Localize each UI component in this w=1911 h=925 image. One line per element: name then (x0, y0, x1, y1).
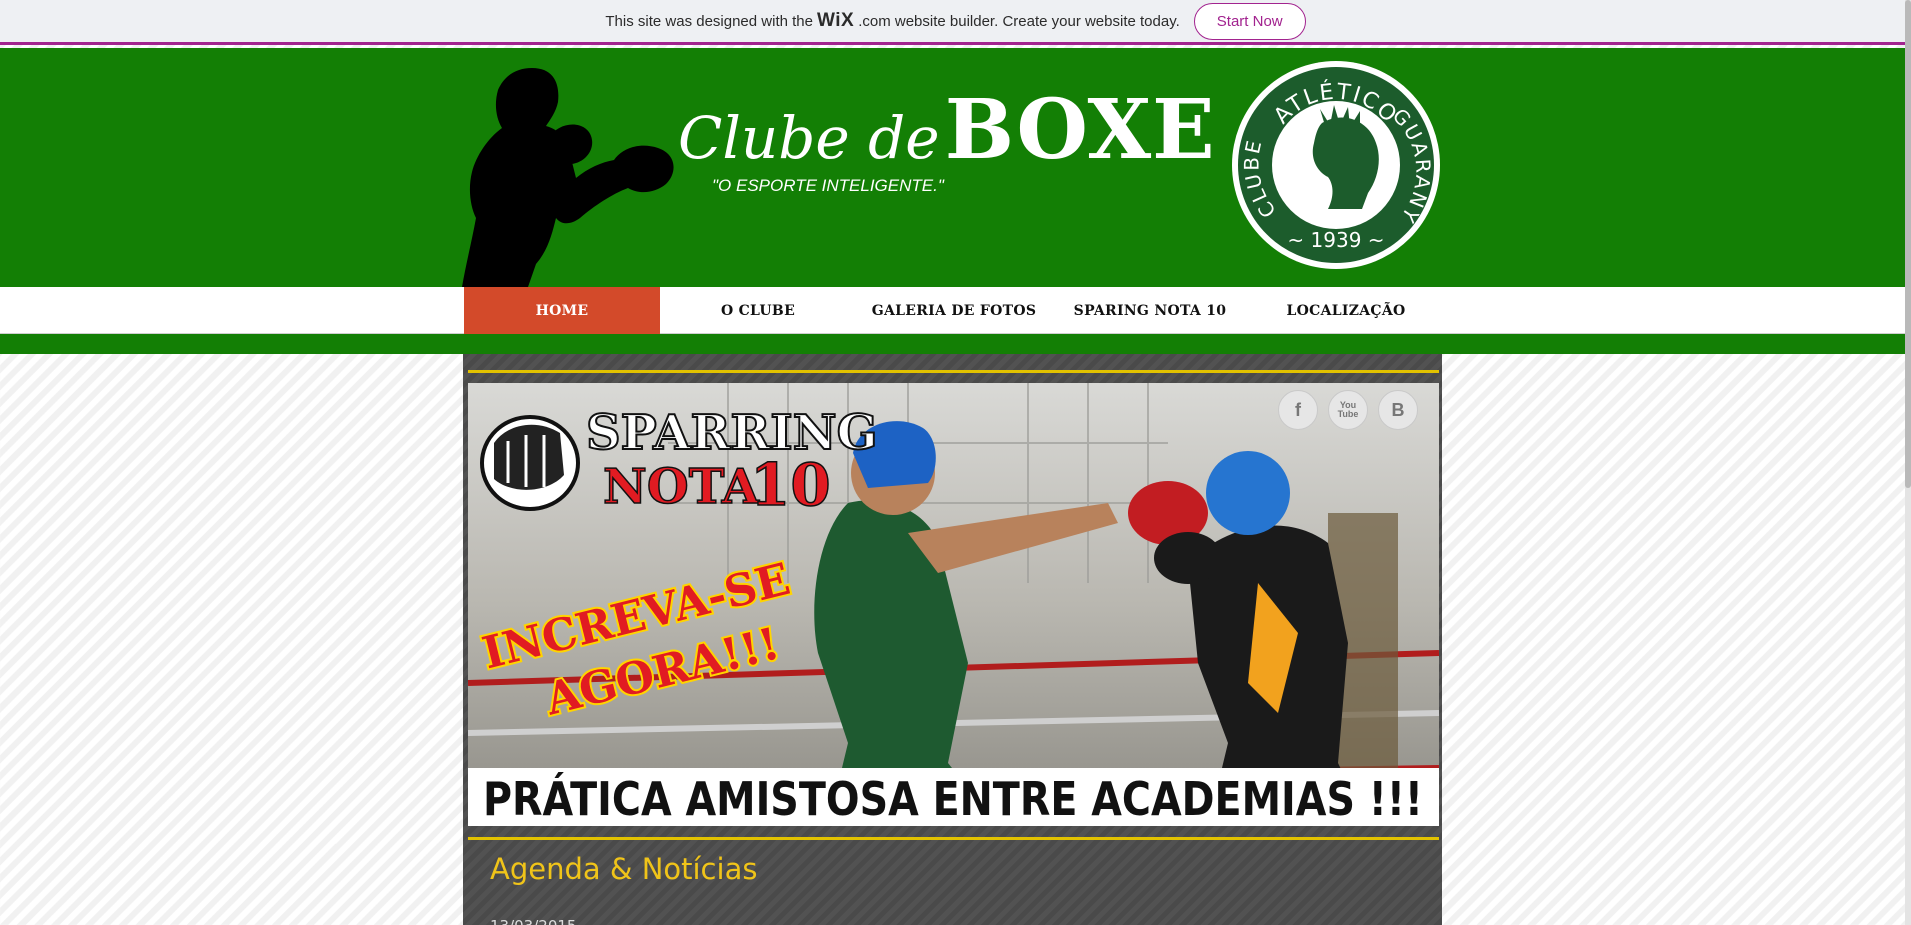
start-now-button[interactable]: Start Now (1193, 2, 1306, 40)
wix-promo-text-before: This site was designed with the (605, 13, 813, 30)
nav-item-galeria-de-fotos[interactable]: GALERIA DE FOTOS (856, 287, 1052, 334)
main-content-panel: SPARRING NOTA 10 INCREVA-SE AGORA!!! PRÁ… (463, 354, 1442, 925)
nav-item-sparing-nota-10[interactable]: SPARING NOTA 10 (1052, 287, 1248, 334)
banner-brand-number: 10 (750, 451, 831, 519)
site-title-script: Clube de (678, 104, 940, 172)
gold-divider-top (468, 370, 1439, 373)
club-seal-logo: ATLÉTICO CLUBE GUARANY ~ 1939 ~ (1232, 61, 1440, 269)
nav-item-home[interactable]: HOME (464, 287, 660, 334)
site-title-bold: BOXE (944, 82, 1216, 178)
nav-bottom-stripe (0, 334, 1905, 354)
seal-year: ~ 1939 ~ (1287, 228, 1384, 252)
wix-logo[interactable]: WiX (817, 10, 854, 32)
wix-promo-message: This site was designed with the WiX .com … (605, 10, 1179, 32)
gold-divider-bottom (468, 837, 1439, 840)
nav-item-o-clube[interactable]: O CLUBE (660, 287, 856, 334)
fist-logo-icon (480, 415, 580, 511)
site-tagline: "O ESPORTE INTELIGENTE." (712, 176, 944, 195)
youtube-icon[interactable]: You Tube (1328, 390, 1368, 430)
banner-brand-line2: NOTA (603, 459, 760, 515)
site-header: Clube de BOXE "O ESPORTE INTELIGENTE." A… (0, 48, 1905, 287)
facebook-icon[interactable]: f (1278, 390, 1318, 430)
blogger-icon[interactable]: B (1378, 390, 1418, 430)
youtube-glyph: You Tube (1337, 400, 1359, 419)
boxer-silhouette-image (462, 68, 674, 287)
sparring-promo-banner[interactable]: SPARRING NOTA 10 INCREVA-SE AGORA!!! PRÁ… (468, 383, 1439, 826)
main-nav: HOME O CLUBE GALERIA DE FOTOS SPARING NO… (464, 287, 1444, 334)
site-title: Clube de BOXE (678, 82, 1216, 178)
page-scrollbar[interactable] (1905, 0, 1911, 925)
nav-item-localizacao[interactable]: LOCALIZAÇÃO (1248, 287, 1444, 334)
wix-promo-banner: This site was designed with the WiX .com … (0, 0, 1911, 45)
news-item-date: 13/03/2015 (490, 917, 576, 925)
wix-promo-text-after: .com website builder. Create your websit… (858, 13, 1180, 30)
banner-caption: PRÁTICA AMISTOSA ENTRE ACADEMIAS !!! (483, 772, 1423, 826)
blogger-glyph: B (1391, 399, 1405, 420)
banner-brand-line1: SPARRING (586, 405, 878, 461)
scrollbar-thumb[interactable] (1905, 0, 1911, 488)
facebook-glyph: f (1295, 399, 1301, 420)
agenda-noticias-title: Agenda & Notícias (490, 852, 758, 886)
